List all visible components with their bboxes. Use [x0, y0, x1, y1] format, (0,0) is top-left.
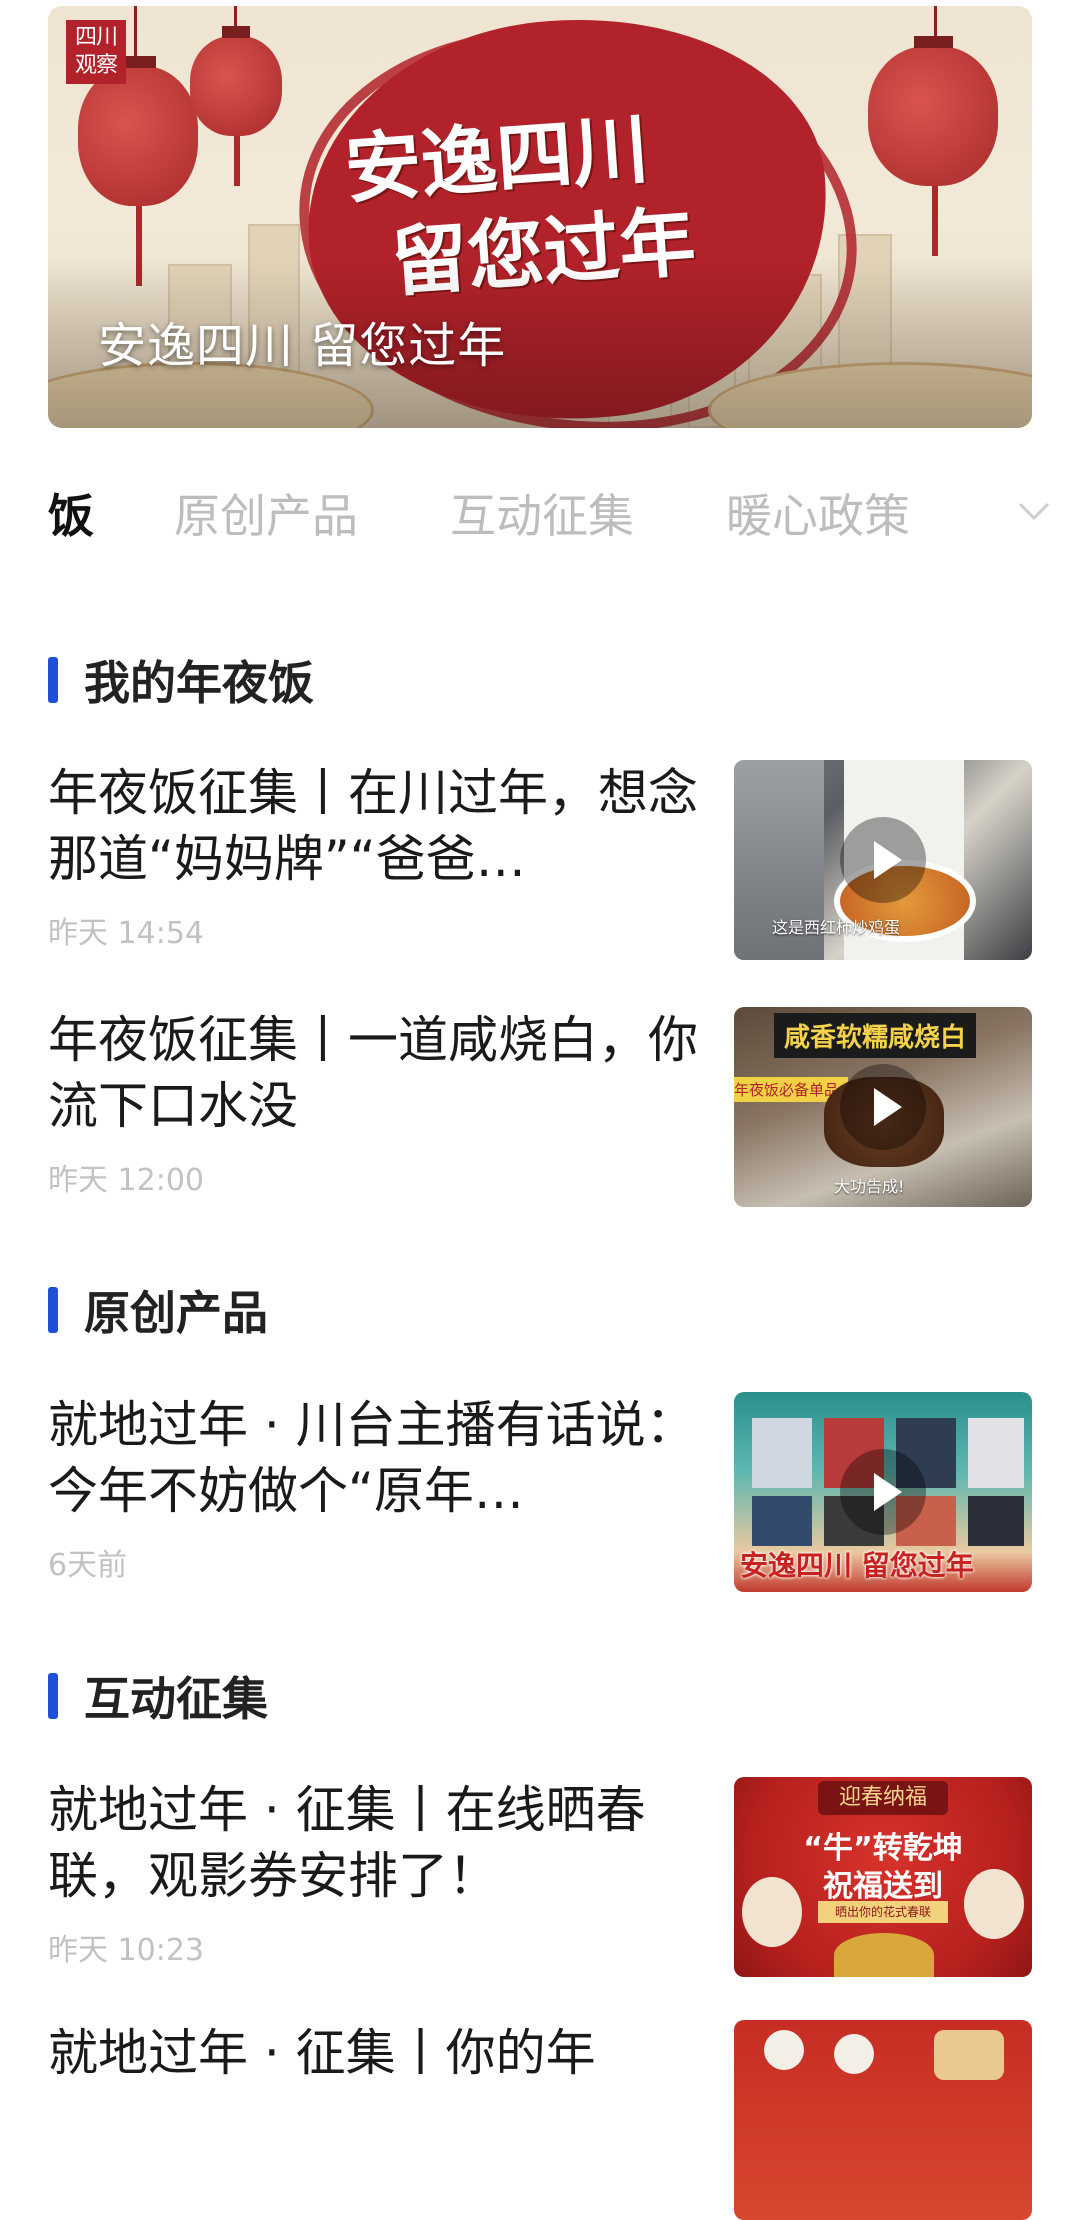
dumpling-plate: [764, 2030, 804, 2070]
anchor-portrait: [752, 1418, 812, 1488]
hero-banner[interactable]: 安逸四川 留您过年 四川 观察 安逸四川 留您过年: [48, 6, 1032, 428]
article-title: 就地过年 · 川台主播有话说：今年不妨做个“原年…: [48, 1396, 696, 1520]
lantern-icon: [78, 56, 198, 206]
lantern-icon: [190, 26, 282, 136]
play-icon[interactable]: [840, 1449, 926, 1535]
calligraphy-line-1: 安逸四川: [342, 104, 652, 215]
section-header-original: 原创产品: [48, 1280, 268, 1340]
play-icon[interactable]: [840, 817, 926, 903]
section-accent-bar: [48, 657, 58, 703]
article-card[interactable]: 就地过年 · 征集丨你的年: [48, 2020, 1032, 2220]
article-thumbnail: [734, 2020, 1032, 2220]
section-header-dinner: 我的年夜饭: [48, 650, 314, 710]
tab-original-products[interactable]: 原创产品: [174, 480, 358, 546]
scroll-ornament: [834, 1933, 934, 1977]
tab-interactive-collection[interactable]: 互动征集: [450, 480, 634, 546]
thumbnail-caption: 安逸四川 留您过年: [740, 1549, 974, 1582]
article-title: 年夜饭征集丨在川过年，想念那道“妈妈牌”“爸爸…: [48, 764, 698, 888]
thumbnail-banner-top: 迎春纳福: [818, 1781, 948, 1815]
article-card[interactable]: 年夜饭征集丨一道咸烧白，你流下口水没 昨天 12:00 咸香软糯咸烧白 年夜饭必…: [48, 1007, 1032, 1207]
article-thumbnail: 这是西红柿炒鸡蛋: [734, 760, 1032, 960]
lantern-tassel: [234, 136, 240, 186]
article-card[interactable]: 就地过年 · 征集丨在线晒春联，观影券安排了！ 昨天 10:23 迎春纳福 “牛…: [48, 1777, 1032, 1977]
thumbnail-caption: 这是西红柿炒鸡蛋: [772, 918, 901, 937]
article-timestamp: 昨天 10:23: [48, 1933, 204, 1968]
dumpling-plate: [934, 2030, 1004, 2080]
article-title: 就地过年 · 征集丨你的年: [48, 2024, 596, 2082]
article-thumbnail: 安逸四川 留您过年: [734, 1392, 1032, 1592]
article-card[interactable]: 年夜饭征集丨在川过年，想念那道“妈妈牌”“爸爸… 昨天 14:54 这是西红柿炒…: [48, 760, 1032, 960]
banner-caption: 安逸四川 留您过年: [98, 318, 507, 374]
article-card[interactable]: 就地过年 · 川台主播有话说：今年不妨做个“原年… 6天前 安逸四川 留您过年: [48, 1392, 1032, 1592]
article-thumbnail: 咸香软糯咸烧白 年夜饭必备单品 大功告成!: [734, 1007, 1032, 1207]
section-accent-bar: [48, 1673, 58, 1719]
tab-warm-policy[interactable]: 暖心政策: [726, 480, 910, 546]
article-timestamp: 昨天 12:00: [48, 1163, 204, 1198]
thumbnail-subtitle: 晒出你的花式春联: [818, 1901, 948, 1923]
anchor-portrait: [968, 1418, 1024, 1488]
tab-dinner[interactable]: 饭: [48, 480, 94, 546]
ox-mascot-icon: [742, 1877, 802, 1947]
lantern-icon: [868, 36, 998, 186]
sichuan-observer-logo: 四川 观察: [66, 20, 126, 84]
section-title: 原创产品: [84, 1286, 268, 1340]
thumbnail-caption: 大功告成!: [834, 1177, 905, 1196]
article-title: 年夜饭征集丨一道咸烧白，你流下口水没: [48, 1011, 698, 1135]
thumbnail-headline: 咸香软糯咸烧白: [774, 1013, 977, 1058]
section-title: 互动征集: [84, 1672, 268, 1726]
dumpling-plate: [834, 2034, 874, 2074]
section-accent-bar: [48, 1287, 58, 1333]
category-tabs: 饭 原创产品 互动征集 暖心政策: [0, 470, 1080, 550]
section-title: 我的年夜饭: [84, 656, 314, 710]
anchor-portrait: [968, 1496, 1024, 1546]
lantern-tassel: [932, 186, 938, 256]
article-title: 就地过年 · 征集丨在线晒春联，观影券安排了！: [48, 1781, 646, 1905]
chevron-down-icon[interactable]: [1016, 492, 1052, 528]
article-timestamp: 6天前: [48, 1548, 128, 1583]
play-icon[interactable]: [840, 1064, 926, 1150]
section-header-interactive: 互动征集: [48, 1666, 268, 1726]
anchor-portrait: [752, 1496, 812, 1546]
article-timestamp: 昨天 14:54: [48, 916, 204, 951]
ox-mascot-icon: [964, 1869, 1024, 1939]
article-thumbnail: 迎春纳福 “牛”转乾坤 祝福送到 晒出你的花式春联: [734, 1777, 1032, 1977]
